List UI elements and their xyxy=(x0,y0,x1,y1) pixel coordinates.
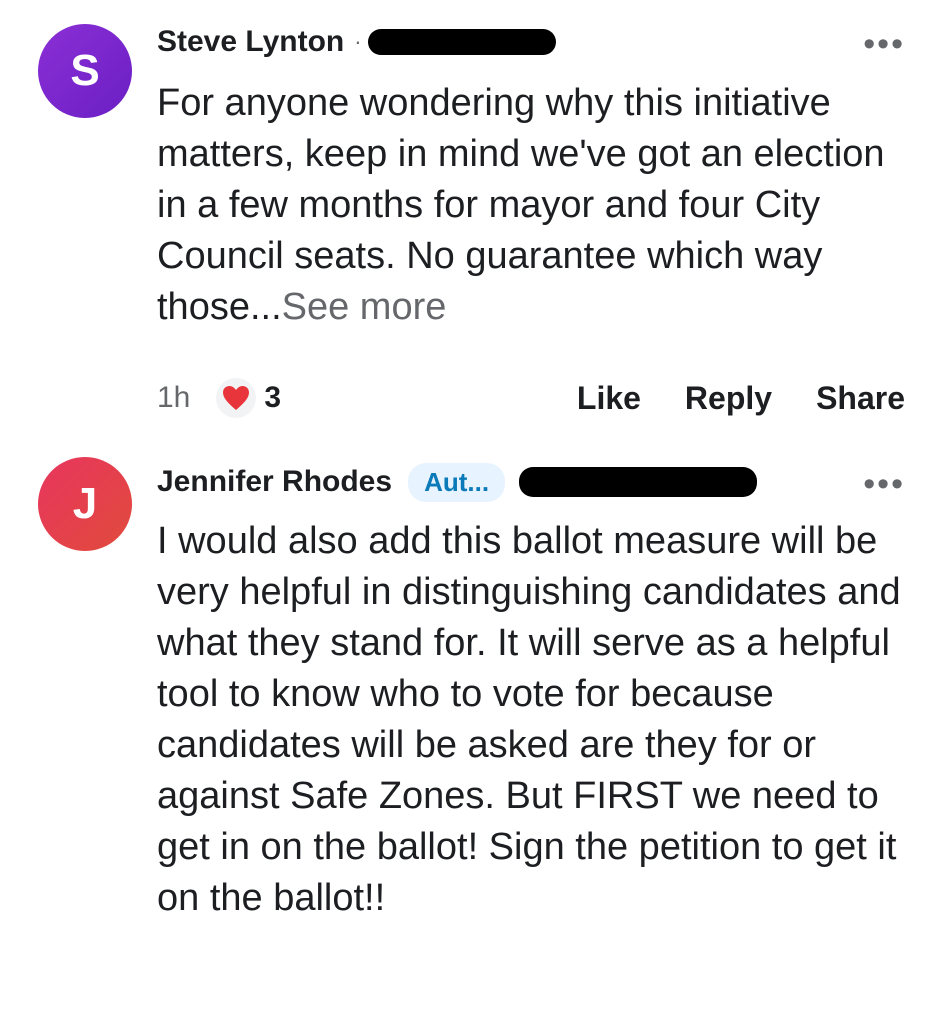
comment-body: I would also add this ballot measure wil… xyxy=(157,520,901,919)
timestamp[interactable]: 1h xyxy=(157,381,190,415)
comment-text: For anyone wondering why this initiative… xyxy=(157,82,885,328)
reaction-count[interactable]: 3 xyxy=(264,381,281,415)
author-badge: Aut... xyxy=(408,462,506,502)
avatar-letter: S xyxy=(70,46,100,95)
comment-body: For anyone wondering why this initiative… xyxy=(157,78,917,333)
like-button[interactable]: Like xyxy=(577,380,641,417)
separator-dot: · xyxy=(354,29,362,54)
redacted-block xyxy=(519,467,758,497)
comment-actions: Like Reply Share xyxy=(577,380,905,417)
redacted-block xyxy=(367,29,556,55)
avatar[interactable]: J xyxy=(38,457,132,551)
share-button[interactable]: Share xyxy=(816,380,905,417)
more-options-icon[interactable]: ••• xyxy=(863,467,905,501)
comment-header: Steve Lynton · xyxy=(157,22,556,62)
comment-meta-row: 1h 3 Like Reply Share xyxy=(157,376,905,420)
see-more-link[interactable]: See more xyxy=(282,286,447,328)
reply-button[interactable]: Reply xyxy=(685,380,772,417)
author-name[interactable]: Jennifer Rhodes xyxy=(157,465,392,499)
avatar[interactable]: S xyxy=(38,24,132,118)
author-name[interactable]: Steve Lynton xyxy=(157,25,344,59)
avatar-letter: J xyxy=(72,479,98,528)
heart-icon[interactable] xyxy=(216,378,257,418)
comment-header: Jennifer Rhodes Aut... xyxy=(157,462,758,502)
more-options-icon[interactable]: ••• xyxy=(863,27,905,61)
